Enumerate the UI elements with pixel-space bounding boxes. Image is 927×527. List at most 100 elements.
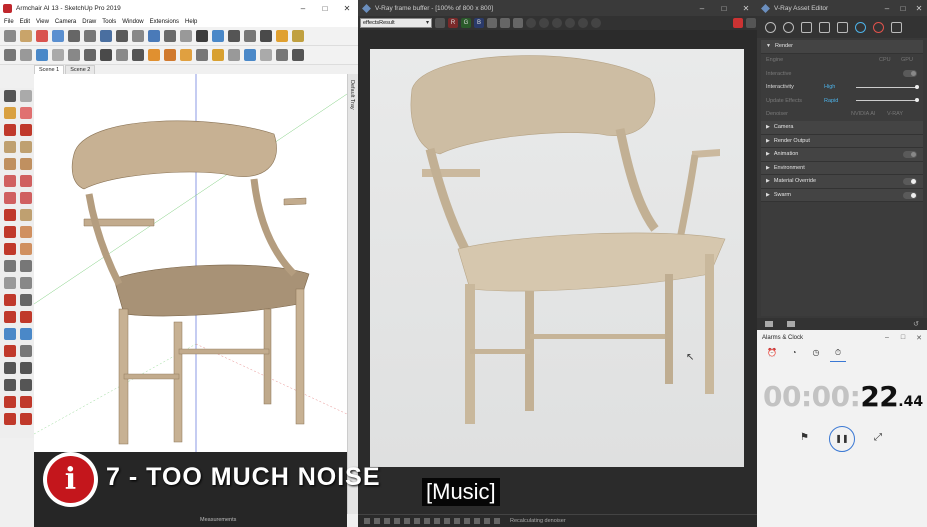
sandbox-icon[interactable]	[4, 396, 16, 408]
erase-icon[interactable]	[20, 107, 32, 119]
maximize-button[interactable]: □	[895, 4, 911, 13]
default-tray[interactable]: Default Tray	[347, 74, 358, 514]
minimize-button[interactable]: –	[879, 4, 895, 13]
tape-measure-icon[interactable]	[180, 30, 192, 42]
vray-interactive-icon[interactable]	[36, 49, 48, 61]
engine-cpu-option[interactable]: CPU	[879, 57, 891, 63]
rotate-icon[interactable]	[4, 226, 16, 238]
zoom-side-icon[interactable]	[4, 328, 16, 340]
section-render[interactable]: ▼ Render	[761, 40, 923, 54]
sketchup-viewport[interactable]	[34, 74, 347, 452]
section-animation[interactable]: ▶ Animation	[761, 148, 923, 162]
rectangle-tool-icon[interactable]	[68, 30, 80, 42]
stopwatch-tab-icon[interactable]: ⏱	[827, 348, 849, 362]
maximize-button[interactable]: □	[895, 334, 911, 342]
channel-b-button[interactable]: B	[474, 18, 484, 28]
vray-tools-icon[interactable]	[276, 49, 288, 61]
pan-icon[interactable]	[244, 30, 256, 42]
protractor-icon[interactable]	[4, 277, 16, 289]
scale-tool-icon[interactable]	[148, 30, 160, 42]
section-render-output[interactable]: ▶ Render Output	[761, 134, 923, 148]
tab-scene-1[interactable]: Scene 1	[34, 65, 65, 74]
history-icon[interactable]	[513, 18, 523, 28]
vray-mesh-light-icon[interactable]	[132, 49, 144, 61]
alarm-tab-icon[interactable]: ⏰	[761, 348, 783, 362]
geometry-icon[interactable]	[801, 21, 812, 33]
section-camera[interactable]: ▶ Camera	[761, 121, 923, 135]
lens-effects-icon[interactable]	[552, 18, 562, 28]
channel-select[interactable]: effectsResult	[360, 18, 432, 28]
two-point-arc-icon[interactable]	[20, 175, 32, 187]
vray-mesh-clipper-icon[interactable]	[244, 49, 256, 61]
vray-infinite-plane-icon[interactable]	[196, 49, 208, 61]
clear-image-icon[interactable]	[500, 18, 510, 28]
line-tool-icon[interactable]	[52, 30, 64, 42]
menu-help[interactable]: Help	[185, 19, 197, 25]
status-icon-14[interactable]	[494, 518, 500, 524]
circle-tool-icon[interactable]	[84, 30, 96, 42]
stamp-icon[interactable]	[565, 18, 575, 28]
minimize-button[interactable]: –	[691, 4, 713, 13]
vray-ies-light-icon[interactable]	[148, 49, 160, 61]
tape-icon[interactable]	[4, 260, 16, 272]
status-icon-8[interactable]	[434, 518, 440, 524]
timer-tab-icon[interactable]: ◷	[805, 348, 827, 362]
pie-icon[interactable]	[20, 192, 32, 204]
update-effects-slider[interactable]	[856, 98, 919, 102]
vray-fur-icon[interactable]	[228, 49, 240, 61]
menu-file[interactable]: File	[4, 19, 14, 25]
circle-icon[interactable]	[4, 158, 16, 170]
pause-button[interactable]: ❚❚	[829, 426, 855, 452]
menu-edit[interactable]: Edit	[20, 19, 30, 25]
frame-buffer-icon[interactable]	[891, 21, 902, 33]
swarm-toggle[interactable]	[903, 191, 917, 199]
text-icon[interactable]	[20, 277, 32, 289]
materials-icon[interactable]	[765, 21, 776, 33]
paint-icon[interactable]	[4, 107, 16, 119]
vray-omni-light-icon[interactable]	[164, 49, 176, 61]
expand-icon[interactable]: ⤢	[874, 432, 882, 443]
arc-icon[interactable]	[4, 175, 16, 187]
status-icon-1[interactable]	[364, 518, 370, 524]
lap-flag-icon[interactable]: ⚑	[800, 432, 809, 443]
polygon-icon[interactable]	[20, 158, 32, 170]
select-tool-icon[interactable]	[4, 30, 16, 42]
previous-view-icon[interactable]	[20, 345, 32, 357]
save-image-icon[interactable]	[487, 18, 497, 28]
section-environment[interactable]: ▶ Environment	[761, 161, 923, 175]
move-tool-icon[interactable]	[116, 30, 128, 42]
section-swarm[interactable]: ▶ Swarm	[761, 188, 923, 202]
paint-bucket-icon[interactable]	[36, 30, 48, 42]
tab-scene-2[interactable]: Scene 2	[65, 65, 96, 74]
revert-icon[interactable]: ↺	[913, 321, 919, 328]
dimension-icon[interactable]	[20, 260, 32, 272]
track-mouse-icon[interactable]	[539, 18, 549, 28]
render-image[interactable]	[370, 49, 744, 467]
zoom-window-icon[interactable]	[20, 328, 32, 340]
close-button[interactable]: ✕	[911, 334, 927, 342]
status-icon-7[interactable]	[424, 518, 430, 524]
offset-icon[interactable]	[20, 243, 32, 255]
push-pull-icon[interactable]	[100, 30, 112, 42]
section-material-override[interactable]: ▶ Material Override	[761, 175, 923, 189]
stop-render-icon[interactable]	[578, 18, 588, 28]
vray-proxy-icon[interactable]	[212, 49, 224, 61]
move-icon[interactable]	[4, 209, 16, 221]
channel-g-button[interactable]: G	[461, 18, 471, 28]
vray-cloud-icon[interactable]	[52, 49, 64, 61]
color-picker-icon[interactable]	[435, 18, 445, 28]
sandbox-stamp-icon[interactable]	[4, 413, 16, 425]
rotate-tool-icon[interactable]	[132, 30, 144, 42]
pencil-icon[interactable]	[4, 124, 16, 136]
material-override-toggle[interactable]	[903, 178, 917, 185]
menu-draw[interactable]: Draw	[82, 19, 96, 25]
vray-dome-light-icon[interactable]	[100, 49, 112, 61]
render-elements-icon[interactable]	[819, 21, 830, 33]
3d-text-icon[interactable]	[20, 294, 32, 306]
vray-render-icon[interactable]	[20, 49, 32, 61]
scale-icon[interactable]	[4, 243, 16, 255]
status-icon-6[interactable]	[414, 518, 420, 524]
render-icon[interactable]	[746, 18, 756, 28]
maximize-button[interactable]: □	[314, 4, 336, 13]
follow-me-icon[interactable]	[20, 226, 32, 238]
